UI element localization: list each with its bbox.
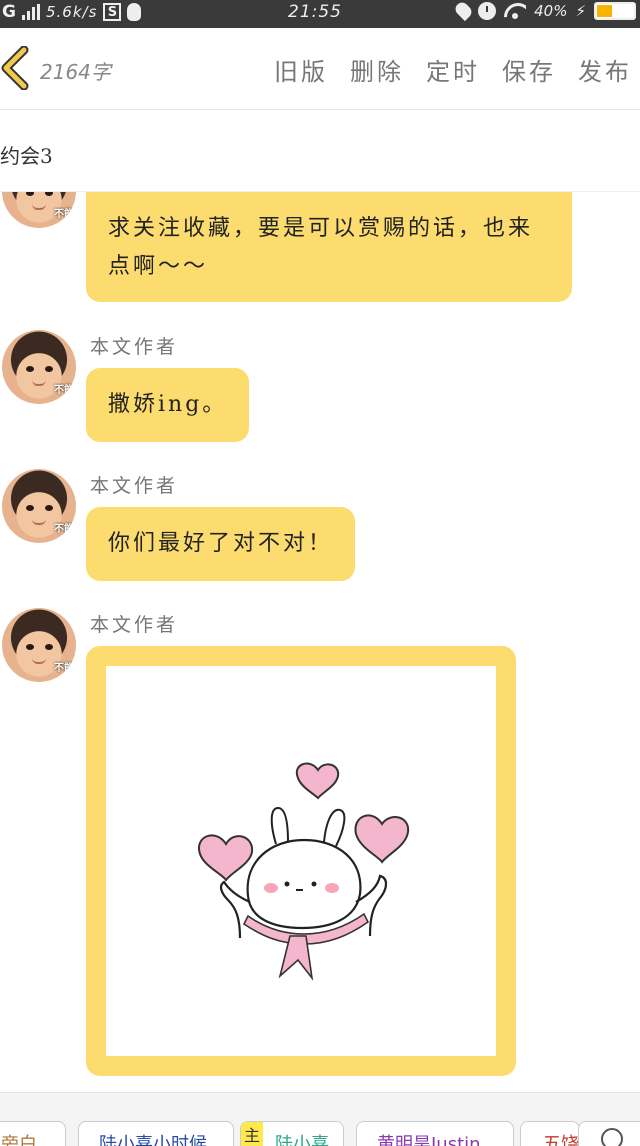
avatar-tag: 不能 [54, 663, 74, 674]
avatar-eye [45, 644, 53, 650]
avatar-tag: 不能 [54, 385, 74, 396]
battery-percent: 40% [534, 2, 568, 20]
avatar-eye [26, 644, 34, 650]
avatar-mouth [32, 658, 46, 664]
delete-button[interactable]: 删除 [350, 52, 404, 87]
app-badge-icon: S [103, 3, 122, 21]
author-avatar[interactable]: 不能 [2, 192, 76, 228]
clock-time: 21:55 [288, 2, 342, 22]
message-bubble[interactable]: 你们最好了对不对！ [86, 507, 356, 581]
search-button[interactable] [578, 1121, 640, 1146]
character-chip-bar: 旁白 陆小喜小时候 主 陆小喜 黄明昊Justin 五饶 [0, 1092, 640, 1146]
avatar-tag: 不能 [54, 209, 74, 220]
old-version-button[interactable]: 旧版 [274, 52, 328, 87]
avatar-eye [26, 505, 34, 511]
editor-header: 2164字 旧版 删除 定时 保存 发布 [0, 28, 640, 110]
message-bubble[interactable]: 撒娇ing。 [86, 368, 250, 442]
signal-icon [21, 4, 40, 20]
chapter-title: 约会3 [0, 144, 53, 168]
word-count: 2164字 [40, 60, 111, 84]
chip-narration[interactable]: 旁白 [0, 1121, 66, 1146]
avatar-mouth [32, 380, 46, 386]
search-icon [601, 1128, 623, 1146]
status-bar: G 5.6k/s S 21:55 40% ⚡ [0, 0, 640, 28]
message-bubble[interactable]: 求关注收藏，要是可以赏赐的话，也来点啊～～ [86, 192, 572, 302]
chip-label: 陆小喜 [275, 1134, 329, 1146]
avatar-tag: 不能 [54, 524, 74, 535]
sticker-image [106, 666, 496, 1056]
main-role-badge: 主 [241, 1122, 263, 1146]
editor-toolbar: 旧版 删除 定时 保存 发布 [274, 52, 632, 87]
bunny-sticker-icon [197, 762, 410, 981]
alarm-icon [478, 2, 497, 20]
author-avatar[interactable]: 不能 [2, 469, 76, 543]
chip-character[interactable]: 五饶 [520, 1121, 580, 1146]
location-icon [453, 0, 475, 21]
net-speed: 5.6k/s [45, 3, 98, 21]
avatar-eye [45, 192, 53, 196]
chip-character[interactable]: 陆小喜小时候 [78, 1121, 234, 1146]
avatar-eye [45, 505, 53, 511]
avatar-eye [26, 192, 34, 196]
sender-name: 本文作者 [90, 336, 179, 358]
avatar-eye [26, 366, 34, 372]
chevron-left-icon [1, 45, 29, 91]
avatar-mouth [32, 204, 46, 210]
save-button[interactable]: 保存 [502, 52, 556, 87]
wifi-icon [504, 3, 526, 19]
publish-button[interactable]: 发布 [578, 52, 632, 87]
charging-icon: ⚡ [575, 2, 586, 20]
image-bubble[interactable] [86, 646, 516, 1076]
schedule-button[interactable]: 定时 [426, 52, 480, 87]
status-right: 40% ⚡ [453, 0, 636, 21]
author-avatar[interactable]: 不能 [2, 608, 76, 682]
chip-character-main[interactable]: 主 陆小喜 [240, 1121, 344, 1146]
author-avatar[interactable]: 不能 [2, 330, 76, 404]
status-left: G 5.6k/s S [2, 2, 142, 22]
chapter-title-bar[interactable]: 约会3 [0, 110, 640, 192]
chip-character[interactable]: 黄明昊Justin [356, 1121, 514, 1146]
avatar-mouth [32, 519, 46, 525]
back-button[interactable] [0, 45, 34, 91]
qq-icon [127, 3, 142, 21]
sender-name: 本文作者 [90, 614, 179, 636]
carrier-label: G [2, 2, 16, 22]
battery-fill [597, 5, 613, 17]
battery-icon [594, 2, 636, 20]
sender-name: 本文作者 [90, 475, 179, 497]
chat-area[interactable]: 不能 求关注收藏，要是可以赏赐的话，也来点啊～～ 不能 本文作者 撒娇ing。 … [0, 192, 640, 1092]
avatar-eye [45, 366, 53, 372]
